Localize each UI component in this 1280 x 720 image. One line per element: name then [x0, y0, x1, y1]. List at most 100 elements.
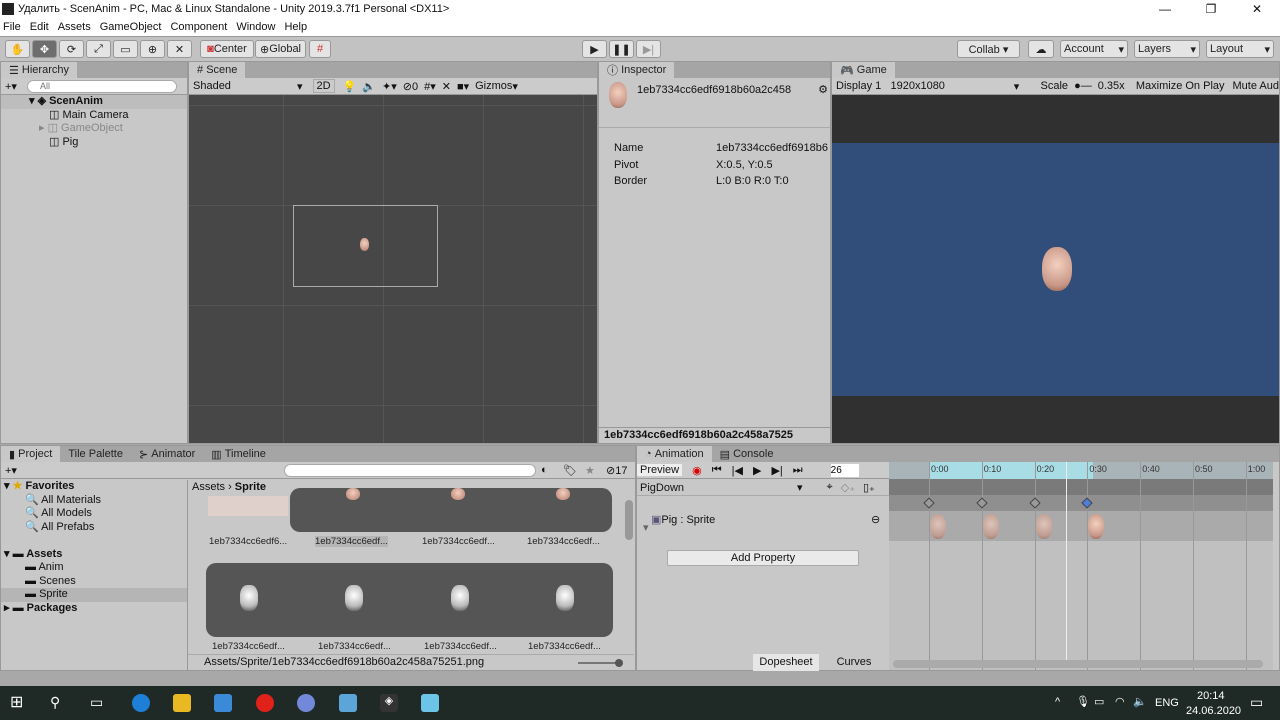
menu-component[interactable]: Component	[170, 21, 227, 33]
expand-arrow-icon[interactable]: ▾	[643, 521, 649, 534]
hierarchy-item-pig[interactable]: ◫ Pig	[1, 136, 187, 150]
create-button[interactable]: +▾	[5, 80, 17, 93]
breadcrumb-assets[interactable]: Assets	[192, 481, 225, 493]
volume-icon[interactable]: 🔈	[1133, 695, 1147, 708]
microphone-icon[interactable]: 🎙	[1076, 695, 1090, 708]
account-dropdown[interactable]: Account ▾	[1060, 40, 1128, 58]
gizmos-dropdown[interactable]: Gizmos	[475, 80, 512, 92]
explorer-icon[interactable]	[173, 694, 191, 712]
frame-input[interactable]	[830, 463, 859, 477]
display-dropdown[interactable]: Display 1	[832, 80, 890, 92]
folder-sprite[interactable]: ▬ Sprite	[1, 588, 187, 602]
assets-folder[interactable]: ▾ ▬ Assets	[1, 548, 187, 562]
tools-icon[interactable]: ✕	[442, 80, 451, 93]
tab-animation[interactable]: ◔ Animation	[637, 446, 712, 462]
game-view[interactable]	[832, 95, 1279, 443]
2d-toggle[interactable]: 2D	[312, 79, 335, 93]
breadcrumb-sprite[interactable]: Sprite	[235, 481, 266, 493]
resolution-dropdown[interactable]: 1920x1080	[890, 80, 1013, 92]
favorites-folder[interactable]: ▾ ★ Favorites	[1, 480, 187, 494]
scale-tool-icon[interactable]: ⤢	[86, 40, 111, 58]
tab-project[interactable]: ▮ Project	[1, 446, 61, 462]
add-property-button[interactable]: Add Property	[667, 550, 859, 566]
tab-scene[interactable]: # Scene	[189, 62, 246, 78]
playhead[interactable]	[1066, 462, 1068, 660]
pause-button[interactable]: ❚❚	[609, 40, 634, 58]
asset-label[interactable]: 1eb7334cc6edf...	[528, 641, 601, 652]
scale-slider[interactable]: ●—	[1074, 80, 1092, 92]
custom-tool-icon[interactable]: ✕	[167, 40, 192, 58]
notifications-icon[interactable]: ▭	[1250, 694, 1263, 711]
preview-toggle[interactable]: Preview	[637, 464, 683, 476]
last-keyframe-button[interactable]: ⏭	[793, 464, 803, 477]
tab-game[interactable]: 🎮 Game	[832, 62, 895, 78]
menu-window[interactable]: Window	[236, 21, 275, 33]
settings-gear-icon[interactable]: ⚙	[818, 83, 828, 96]
shading-dropdown[interactable]: Shaded	[189, 80, 289, 92]
discord-icon[interactable]	[297, 694, 315, 712]
project-search-input[interactable]	[284, 463, 536, 477]
hand-tool-icon[interactable]: ✋	[5, 40, 30, 58]
grid-icon[interactable]: #▾	[424, 80, 436, 93]
hierarchy-search-input[interactable]	[26, 79, 177, 93]
record-button[interactable]: ◉	[692, 464, 702, 477]
horizontal-scrollbar[interactable]	[893, 660, 1263, 668]
menu-help[interactable]: Help	[284, 21, 307, 33]
clip-dropdown[interactable]: PigDown	[637, 482, 797, 494]
lighting-icon[interactable]: 💡	[343, 80, 357, 93]
task-view-icon[interactable]: ▭	[90, 694, 108, 712]
keyframe-sprite-thumbnail[interactable]	[982, 514, 999, 539]
close-button[interactable]: ✕	[1234, 0, 1280, 18]
battery-icon[interactable]: ▭	[1094, 695, 1104, 708]
property-row[interactable]: ▣Pig : Sprite	[651, 513, 715, 526]
scene-viewport[interactable]	[189, 95, 597, 443]
event-row[interactable]	[889, 479, 1273, 495]
edge-icon[interactable]	[132, 694, 150, 712]
pivot-global-button[interactable]: ⊕ Global	[255, 40, 306, 58]
tab-hierarchy[interactable]: ☰ Hierarchy	[1, 62, 77, 78]
app-icon-2[interactable]	[421, 694, 439, 712]
tab-tile-palette[interactable]: Tile Palette	[60, 446, 131, 462]
pivot-center-button[interactable]: ◙ Center	[200, 40, 254, 58]
first-keyframe-button[interactable]: ⏮	[712, 464, 722, 477]
filter-type-icon[interactable]: ◐	[541, 464, 548, 476]
hidden-objects-icon[interactable]: ⊘0	[403, 80, 418, 93]
unity-taskbar-icon[interactable]: ◈	[380, 694, 398, 712]
camera-icon[interactable]: ■▾	[457, 80, 469, 93]
layers-dropdown[interactable]: Layers ▾	[1134, 40, 1200, 58]
curves-tab[interactable]: Curves	[819, 654, 889, 671]
dopesheet-tab[interactable]: Dopesheet	[753, 654, 819, 671]
pig-sprite[interactable]	[360, 238, 369, 251]
audio-icon[interactable]: 🔈	[362, 80, 376, 93]
layout-dropdown[interactable]: Layout ▾	[1206, 40, 1274, 58]
opera-icon[interactable]	[256, 694, 274, 712]
asset-label[interactable]: 1eb7334cc6edf...	[527, 536, 600, 547]
menu-edit[interactable]: Edit	[30, 21, 49, 33]
add-event-marker-icon[interactable]: ▯₊	[863, 481, 875, 494]
property-options-icon[interactable]: ⊖	[871, 513, 880, 526]
store-icon[interactable]	[214, 694, 232, 712]
tab-animator[interactable]: ⊱ Animator	[131, 446, 203, 462]
rect-tool-icon[interactable]: ▭	[113, 40, 138, 58]
tab-inspector[interactable]: ⓘ Inspector	[599, 62, 675, 78]
thumbnail-size-slider[interactable]	[578, 659, 623, 667]
snap-icon[interactable]: #	[309, 40, 331, 58]
spritesheet-thumbnail[interactable]	[208, 496, 288, 516]
effects-icon[interactable]: ✦▾	[382, 80, 397, 93]
asset-label[interactable]: 1eb7334cc6edf6...	[209, 536, 287, 547]
packages-folder[interactable]: ▸ ▬ Packages	[1, 602, 187, 616]
app-icon[interactable]	[339, 694, 357, 712]
menu-file[interactable]: File	[3, 21, 21, 33]
play-animation-button[interactable]: ▶	[753, 464, 761, 477]
clock-time[interactable]: 20:14	[1197, 690, 1225, 702]
tray-chevron-icon[interactable]: ^	[1055, 696, 1060, 708]
keyframe-sprite-thumbnail[interactable]	[1088, 514, 1105, 539]
add-event-icon[interactable]: ◇₊	[841, 481, 855, 494]
keyframe-sprite-thumbnail[interactable]	[1035, 514, 1052, 539]
filter-label-icon[interactable]: 🏷	[563, 464, 577, 477]
play-button[interactable]: ▶	[582, 40, 607, 58]
hidden-packages-icon[interactable]: ⊘17	[606, 464, 627, 477]
tab-console[interactable]: ▤ Console	[712, 446, 782, 462]
mute-audio-toggle[interactable]: Mute Aud	[1233, 80, 1279, 92]
menu-gameobject[interactable]: GameObject	[100, 21, 162, 33]
